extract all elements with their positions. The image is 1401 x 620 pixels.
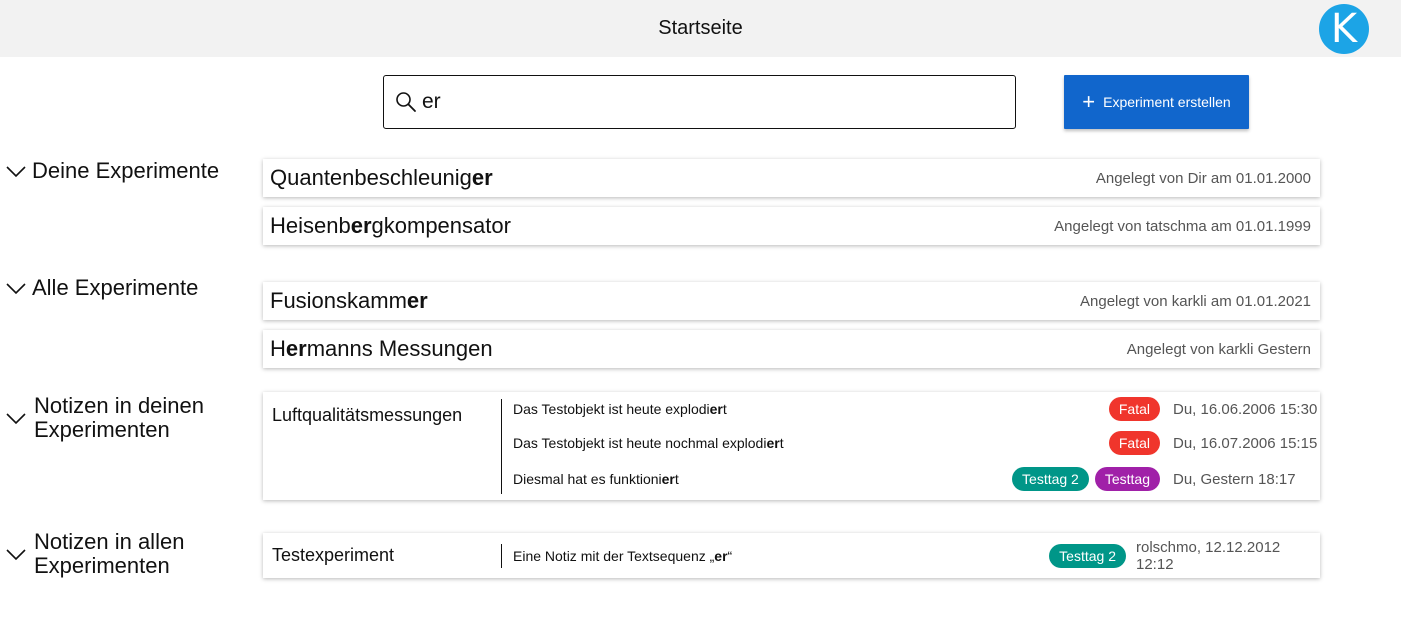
user-avatar[interactable]: K bbox=[1319, 4, 1369, 54]
section-notes-all-toggle[interactable]: Notizen in allen Experimenten bbox=[6, 530, 234, 578]
experiment-card[interactable]: Quantenbeschleuniger Angelegt von Dir am… bbox=[263, 159, 1320, 197]
create-experiment-button[interactable]: + Experiment erstellen bbox=[1064, 75, 1249, 129]
chevron-down-icon bbox=[6, 166, 26, 178]
top-bar: Startseite K bbox=[0, 0, 1401, 57]
note-row[interactable]: Diesmal hat es funktioniert Testtag 2 Te… bbox=[502, 460, 1320, 498]
experiment-name: Heisenbergkompensator bbox=[270, 213, 511, 238]
experiment-card[interactable]: Heisenbergkompensator Angelegt von tatsc… bbox=[263, 207, 1320, 245]
section-my-experiments-toggle[interactable]: Deine Experimente bbox=[6, 159, 232, 183]
section-all-experiments-label: Alle Experimente bbox=[32, 275, 199, 300]
section-all-experiments-toggle[interactable]: Alle Experimente bbox=[6, 276, 232, 300]
experiment-card[interactable]: Fusionskammer Angelegt von karkli am 01.… bbox=[263, 282, 1320, 320]
note-date: Du, 16.06.2006 15:30 bbox=[1173, 400, 1318, 418]
note-text: Diesmal hat es funktioniert bbox=[513, 471, 679, 487]
note-date: Du, 16.07.2006 15:15 bbox=[1173, 434, 1318, 452]
page-title: Startseite bbox=[658, 17, 743, 39]
chevron-down-icon bbox=[6, 413, 26, 425]
chevron-down-icon bbox=[6, 283, 26, 295]
note-row[interactable]: Das Testobjekt ist heute nochmal explodi… bbox=[502, 426, 1320, 460]
search-icon bbox=[396, 92, 416, 112]
experiment-card[interactable]: Hermanns Messungen Angelegt von karkli G… bbox=[263, 330, 1320, 368]
note-date: Du, Gestern 18:17 bbox=[1173, 470, 1296, 488]
note-row[interactable]: Das Testobjekt ist heute explodiert Fata… bbox=[502, 392, 1320, 426]
notes-card: Luftqualitätsmessungen Das Testobjekt is… bbox=[263, 392, 1320, 500]
notes-list: Eine Notiz mit der Textsequenz „er“ Test… bbox=[502, 539, 1320, 573]
tag-badge[interactable]: Testtag 2 bbox=[1049, 543, 1126, 568]
search-field[interactable] bbox=[383, 75, 1016, 129]
note-row[interactable]: Eine Notiz mit der Textsequenz „er“ Test… bbox=[502, 539, 1320, 573]
notes-experiment-name[interactable]: Luftqualitätsmessungen bbox=[263, 392, 501, 500]
experiment-name: Fusionskammer bbox=[270, 288, 428, 313]
note-text: Eine Notiz mit der Textsequenz „er“ bbox=[513, 547, 733, 564]
notes-experiment-name[interactable]: Testexperiment bbox=[263, 545, 501, 566]
notes-list: Das Testobjekt ist heute explodiert Fata… bbox=[502, 392, 1320, 500]
experiment-meta: Angelegt von tatschma am 01.01.1999 bbox=[1054, 217, 1311, 235]
note-date: rolschmo, 12.12.2012 12:12 bbox=[1136, 538, 1281, 573]
note-text: Das Testobjekt ist heute explodiert bbox=[513, 401, 727, 417]
note-text: Das Testobjekt ist heute nochmal explodi… bbox=[513, 435, 784, 451]
search-input[interactable] bbox=[422, 90, 982, 114]
section-notes-my-toggle[interactable]: Notizen in deinen Experimenten bbox=[6, 394, 234, 442]
section-notes-all-label: Notizen in allen Experimenten bbox=[34, 529, 185, 578]
experiment-name: Hermanns Messungen bbox=[270, 336, 493, 361]
tag-badge[interactable]: Testtag 2 bbox=[1012, 467, 1089, 491]
tag-badge[interactable]: Fatal bbox=[1108, 431, 1160, 455]
tag-badge[interactable]: Fatal bbox=[1108, 397, 1160, 421]
notes-card: Testexperiment Eine Notiz mit der Textse… bbox=[263, 533, 1320, 578]
section-my-experiments-label: Deine Experimente bbox=[32, 158, 220, 183]
experiment-meta: Angelegt von karkli am 01.01.2021 bbox=[1080, 292, 1311, 310]
experiment-name: Quantenbeschleuniger bbox=[270, 165, 493, 190]
experiment-meta: Angelegt von karkli Gestern bbox=[1126, 340, 1311, 358]
experiment-meta: Angelegt von Dir am 01.01.2000 bbox=[1095, 169, 1311, 187]
chevron-down-icon bbox=[6, 549, 26, 561]
plus-icon: + bbox=[1082, 89, 1096, 114]
create-experiment-label: Experiment erstellen bbox=[1103, 94, 1231, 110]
tag-badge[interactable]: Testtag bbox=[1094, 467, 1160, 491]
section-notes-my-label: Notizen in deinen Experimenten bbox=[34, 393, 205, 442]
